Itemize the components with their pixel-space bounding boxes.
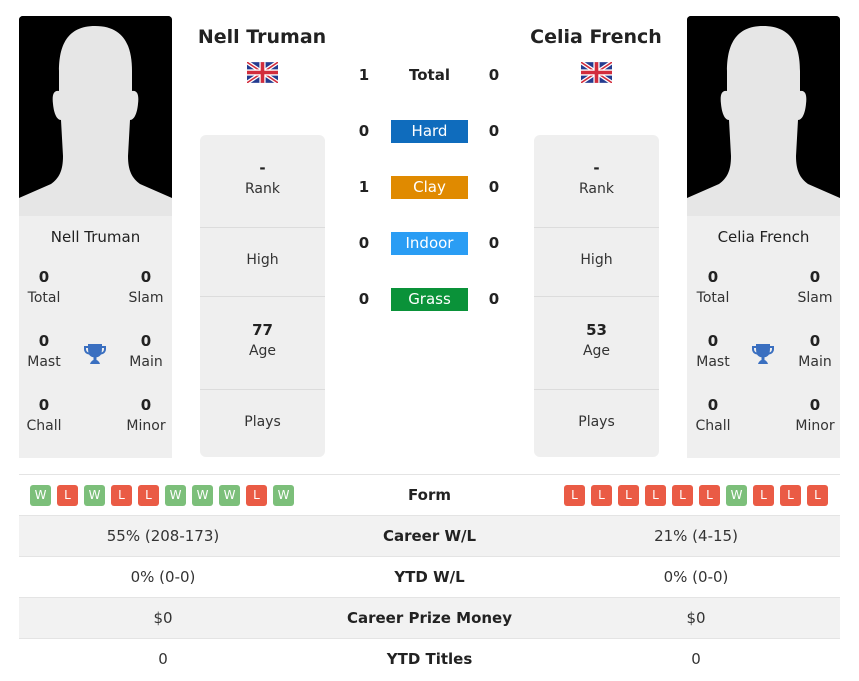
player-left-name[interactable]: Nell Truman [182,26,342,48]
info-high: High [200,228,325,297]
player-left-card-name[interactable]: Nell Truman [19,228,172,246]
stat-mast: 0 Mast [27,332,61,370]
player-right-card: Celia French 0 Total 0 Slam 0 Mast 0 Mai… [687,216,840,458]
form-win-badge[interactable]: W [192,485,213,506]
surface-grass-badge[interactable]: Grass [391,288,468,311]
row-label-form: Form [408,486,451,504]
form-loss-badge[interactable]: L [138,485,159,506]
row-career-wl: 55% (208-173) Career W/L 21% (4-15) [19,515,840,556]
surface-hard-badge[interactable]: Hard [391,120,468,143]
row-label-ytd-wl: YTD W/L [394,568,465,586]
form-win-badge[interactable]: W [219,485,240,506]
h2h-grass-left: 0 [358,290,370,308]
player-left-info: - Rank High 77 Age Plays [200,135,325,457]
stat-minor: 0 Minor [795,396,835,434]
stat-chall: 0 Chall [695,396,731,434]
h2h-hard-left: 0 [358,122,370,140]
trophy-icon [751,342,775,370]
form-loss-badge[interactable]: L [753,485,774,506]
right-career-prize: $0 [686,609,706,627]
form-win-badge[interactable]: W [726,485,747,506]
right-career-wl: 21% (4-15) [654,527,738,545]
form-loss-badge[interactable]: L [645,485,666,506]
stat-slam: 0 Slam [797,268,833,306]
form-win-badge[interactable]: W [165,485,186,506]
row-label-career-wl: Career W/L [382,527,477,545]
row-ytd-titles: 0 YTD Titles 0 [19,638,840,679]
uk-flag-icon [245,60,280,85]
h2h-total-label: Total [409,66,450,84]
player-left-photo [19,16,172,216]
right-ytd-wl: 0% (0-0) [663,568,729,586]
row-career-prize: $0 Career Prize Money $0 [19,597,840,638]
player-right-info: - Rank High 53 Age Plays [534,135,659,457]
h2h-indoor-right: 0 [488,234,500,252]
uk-flag-icon [579,60,614,85]
info-age: 53 Age [534,297,659,390]
form-loss-badge[interactable]: L [591,485,612,506]
stat-mast: 0 Mast [696,332,730,370]
info-age: 77 Age [200,297,325,390]
left-ytd-wl: 0% (0-0) [130,568,196,586]
stat-total: 0 Total [696,268,730,306]
h2h-total-right: 0 [488,66,500,84]
player-right-photo [687,16,840,216]
info-high: High [534,228,659,297]
info-plays: Plays [244,414,281,430]
h2h-indoor-left: 0 [358,234,370,252]
player-left-card: Nell Truman 0 Total 0 Slam 0 Mast 0 Main… [19,216,172,458]
left-career-prize: $0 [153,609,173,627]
info-plays: Plays [578,414,615,430]
stat-total: 0 Total [27,268,61,306]
h2h-hard-right: 0 [488,122,500,140]
surface-indoor-badge[interactable]: Indoor [391,232,468,255]
stat-main: 0 Main [129,332,163,370]
silhouette-icon [19,16,172,216]
form-loss-badge[interactable]: L [246,485,267,506]
form-win-badge[interactable]: W [273,485,294,506]
row-ytd-wl: 0% (0-0) YTD W/L 0% (0-0) [19,556,840,597]
info-rank: - Rank [200,135,325,228]
info-rank: - Rank [534,135,659,228]
left-career-wl: 55% (208-173) [106,527,220,545]
stat-minor: 0 Minor [126,396,166,434]
row-form: WLWLLWWWLW Form LLLLLLWLLL [19,474,840,515]
left-ytd-titles: 0 [158,650,168,668]
player-right-card-name[interactable]: Celia French [687,228,840,246]
form-loss-badge[interactable]: L [57,485,78,506]
form-left-badges: WLWLLWWWLW [30,485,294,506]
row-label-ytd-titles: YTD Titles [386,650,473,668]
form-loss-badge[interactable]: L [780,485,801,506]
form-loss-badge[interactable]: L [618,485,639,506]
stat-main: 0 Main [798,332,832,370]
form-loss-badge[interactable]: L [807,485,828,506]
h2h-grass-right: 0 [488,290,500,308]
row-label-career-prize: Career Prize Money [346,609,512,627]
form-right-badges: LLLLLLWLLL [564,485,828,506]
stat-slam: 0 Slam [128,268,164,306]
h2h-clay-right: 0 [488,178,500,196]
form-win-badge[interactable]: W [84,485,105,506]
form-win-badge[interactable]: W [30,485,51,506]
surface-clay-badge[interactable]: Clay [391,176,468,199]
form-loss-badge[interactable]: L [564,485,585,506]
trophy-icon [83,342,107,370]
form-loss-badge[interactable]: L [672,485,693,506]
form-loss-badge[interactable]: L [699,485,720,506]
h2h-total-left: 1 [358,66,370,84]
form-loss-badge[interactable]: L [111,485,132,506]
h2h-clay-left: 1 [358,178,370,196]
right-ytd-titles: 0 [691,650,701,668]
player-right-name[interactable]: Celia French [516,26,676,48]
silhouette-icon [687,16,840,216]
stat-chall: 0 Chall [26,396,62,434]
